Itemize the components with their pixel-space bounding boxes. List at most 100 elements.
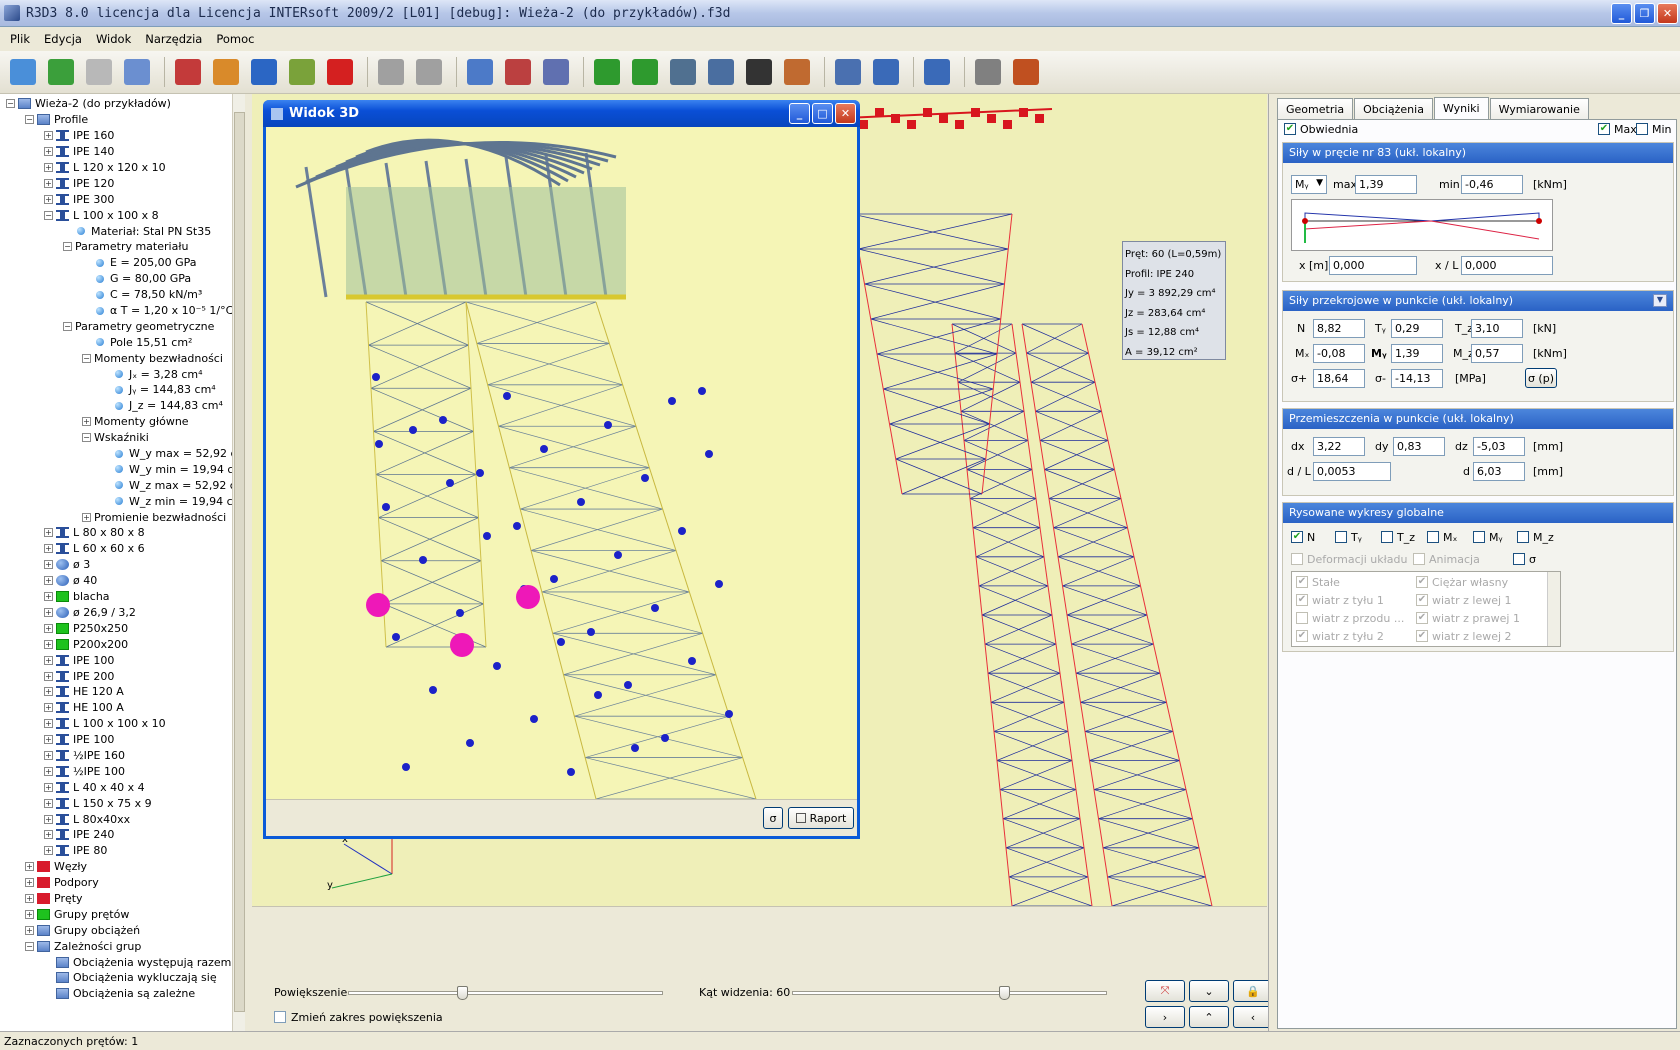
expand-icon[interactable]: + bbox=[44, 798, 53, 808]
tree-item[interactable]: + L 80 x 80 x 8 bbox=[0, 525, 232, 541]
grid-red-button[interactable] bbox=[501, 55, 535, 89]
chart-my-checkbox[interactable] bbox=[1473, 531, 1485, 543]
frame-button[interactable] bbox=[171, 55, 205, 89]
expand-icon[interactable]: + bbox=[44, 623, 53, 633]
calculator-button[interactable] bbox=[869, 55, 903, 89]
new-file-button[interactable] bbox=[6, 55, 40, 89]
tree-item[interactable]: + Momenty główne bbox=[0, 414, 232, 430]
load-checkbox[interactable]: ✔ bbox=[1296, 630, 1308, 642]
expand-icon[interactable]: + bbox=[44, 131, 53, 141]
expand-icon[interactable]: + bbox=[44, 814, 53, 824]
tree-item[interactable]: + P250x250 bbox=[0, 620, 232, 636]
expand-icon[interactable]: + bbox=[25, 909, 34, 919]
tree-item[interactable]: E = 205,00 GPa bbox=[0, 255, 232, 271]
tab-wyniki[interactable]: Wyniki bbox=[1433, 97, 1489, 121]
expand-icon[interactable]: + bbox=[44, 560, 53, 570]
expand-icon[interactable]: + bbox=[25, 893, 34, 903]
menu-plik[interactable]: Plik bbox=[4, 29, 36, 49]
table-button[interactable] bbox=[780, 55, 814, 89]
tree-item[interactable]: − Profile bbox=[0, 112, 232, 128]
tree-item[interactable]: + IPE 140 bbox=[0, 144, 232, 160]
position-x-field[interactable]: 0,000 bbox=[1329, 256, 1417, 275]
tree-item[interactable]: + IPE 120 bbox=[0, 175, 232, 191]
collapse-icon[interactable]: − bbox=[25, 115, 34, 125]
dl-field[interactable]: 0,0053 bbox=[1313, 462, 1391, 481]
rotate-up-button[interactable]: ⌃ bbox=[1189, 1006, 1229, 1028]
tree-item[interactable]: + L 40 x 40 x 4 bbox=[0, 779, 232, 795]
sigma-button[interactable]: σ bbox=[763, 807, 783, 829]
tree-item[interactable]: Materiał: Stal PN St35 bbox=[0, 223, 232, 239]
delete-button[interactable] bbox=[323, 55, 357, 89]
tree-item[interactable]: G = 80,00 GPa bbox=[0, 271, 232, 287]
tree-item[interactable]: W_y max = 52,92 cm³ bbox=[0, 446, 244, 462]
tree-item[interactable]: − Momenty bezwładności bbox=[0, 350, 232, 366]
save-button[interactable] bbox=[82, 55, 116, 89]
expand-icon[interactable]: + bbox=[44, 735, 53, 745]
tree-item[interactable]: Obciążenia wykluczają się bbox=[0, 970, 232, 986]
tree-item[interactable]: Pole 15,51 cm² bbox=[0, 334, 232, 350]
d-field[interactable]: 6,03 bbox=[1473, 462, 1525, 481]
close-button[interactable]: ✕ bbox=[1657, 3, 1678, 24]
collapse-icon[interactable]: − bbox=[25, 941, 34, 951]
load-checkbox[interactable]: ✔ bbox=[1296, 594, 1308, 606]
tool-button[interactable] bbox=[285, 55, 319, 89]
tree-item[interactable]: + P200x200 bbox=[0, 636, 232, 652]
load-checkbox[interactable] bbox=[1296, 612, 1308, 624]
tree-item[interactable]: + IPE 300 bbox=[0, 191, 232, 207]
expand-icon[interactable]: + bbox=[44, 147, 53, 157]
tree-item[interactable]: + ½IPE 100 bbox=[0, 763, 232, 779]
tree-item[interactable]: W_z min = 19,94 cm³ bbox=[0, 493, 244, 509]
tree-item[interactable]: W_y min = 19,94 cm³ bbox=[0, 461, 244, 477]
tree-item[interactable]: W_z max = 52,92 cm³ bbox=[0, 477, 244, 493]
tz-field[interactable]: 3,10 bbox=[1471, 319, 1523, 338]
tree-item[interactable]: + IPE 200 bbox=[0, 668, 232, 684]
chart-ty-checkbox[interactable] bbox=[1335, 531, 1347, 543]
expand-icon[interactable]: + bbox=[82, 417, 91, 427]
expand-icon[interactable]: + bbox=[44, 719, 53, 729]
tree-item[interactable]: + IPE 100 bbox=[0, 732, 232, 748]
mz-field[interactable]: 0,57 bbox=[1471, 344, 1523, 363]
expand-icon[interactable]: + bbox=[44, 607, 53, 617]
tree-item[interactable]: + IPE 240 bbox=[0, 827, 232, 843]
tree-item[interactable]: + L 80x40xx bbox=[0, 811, 232, 827]
bars-button[interactable] bbox=[247, 55, 281, 89]
scroll-thumb[interactable] bbox=[234, 112, 245, 1012]
tree-item[interactable]: + ø 26,9 / 3,2 bbox=[0, 605, 232, 621]
chart-mz-checkbox[interactable] bbox=[1517, 531, 1529, 543]
expand-icon[interactable]: + bbox=[44, 766, 53, 776]
chart-tz-checkbox[interactable] bbox=[1381, 531, 1393, 543]
view-3d-titlebar[interactable]: Widok 3D _ □ ✕ bbox=[263, 100, 860, 127]
expand-icon[interactable]: + bbox=[44, 528, 53, 538]
expand-icon[interactable]: + bbox=[25, 862, 34, 872]
tree-scrollbar[interactable] bbox=[232, 94, 245, 1031]
expand-icon[interactable]: + bbox=[25, 925, 34, 935]
collapse-icon[interactable]: − bbox=[6, 99, 15, 109]
force-type-select[interactable]: Mᵧ ▼ bbox=[1291, 175, 1327, 194]
menu-edycja[interactable]: Edycja bbox=[38, 29, 88, 49]
mx-field[interactable]: -0,08 bbox=[1313, 344, 1365, 363]
expand-icon[interactable]: + bbox=[82, 512, 91, 522]
tree-item[interactable]: + Grupy obciążeń bbox=[0, 922, 232, 938]
view-3d-minimize-button[interactable]: _ bbox=[789, 103, 810, 124]
redo-button[interactable] bbox=[412, 55, 446, 89]
expand-icon[interactable]: + bbox=[44, 592, 53, 602]
load-checkbox[interactable]: ✔ bbox=[1296, 576, 1308, 588]
nodes-button[interactable] bbox=[209, 55, 243, 89]
tree-item[interactable]: Obciążenia są zależne bbox=[0, 986, 232, 1002]
rotate-right-button[interactable]: › bbox=[1145, 1006, 1185, 1028]
tree-item[interactable]: + L 120 x 120 x 10 bbox=[0, 160, 232, 176]
ty-field[interactable]: 0,29 bbox=[1391, 319, 1443, 338]
rotate-left-button[interactable]: ‹ bbox=[1233, 1006, 1273, 1028]
tree-item[interactable]: + Promienie bezwładności bbox=[0, 509, 232, 525]
view-3d-canvas[interactable] bbox=[266, 127, 857, 799]
sigma-p-button[interactable]: σ (p) bbox=[1525, 368, 1557, 388]
expand-icon[interactable]: + bbox=[44, 687, 53, 697]
expand-icon[interactable]: + bbox=[44, 178, 53, 188]
expand-icon[interactable]: + bbox=[44, 846, 53, 856]
dy-field[interactable]: 0,83 bbox=[1393, 437, 1445, 456]
tree-item[interactable]: − Parametry materiału bbox=[0, 239, 232, 255]
my-field[interactable]: 1,39 bbox=[1391, 344, 1443, 363]
collapse-icon[interactable]: − bbox=[63, 321, 72, 331]
envelope-checkbox[interactable]: ✔ bbox=[1284, 123, 1296, 135]
view-front-button[interactable]: ⤧ bbox=[1145, 980, 1185, 1002]
